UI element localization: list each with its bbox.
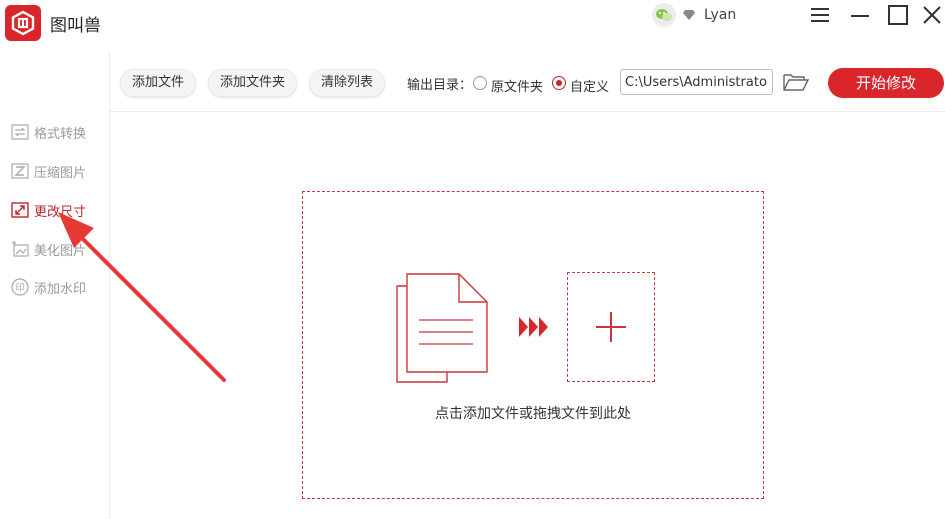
add-file-box[interactable] <box>567 272 655 382</box>
sidebar-item-watermark[interactable]: 印 添加水印 <box>10 276 86 298</box>
wechat-icon <box>656 9 672 21</box>
maximize-icon <box>888 5 908 25</box>
convert-icon <box>10 122 30 142</box>
sidebar-item-label: 美化图片 <box>34 243 87 259</box>
diamond-icon <box>683 10 695 20</box>
sidebar-item-label: 压缩图片 <box>34 165 87 181</box>
maximize-button[interactable] <box>884 2 912 28</box>
main-area: 点击添加文件或拖拽文件到此处 <box>110 112 945 519</box>
close-button[interactable] <box>918 2 945 28</box>
radio-custom-label[interactable]: 自定义 <box>570 76 609 95</box>
sidebar: 格式转换 压缩图片 更改尺寸 美化图片 印 添加水印 <box>0 52 110 519</box>
app-title: 图叫兽 <box>50 16 101 36</box>
menu-icon <box>811 8 829 22</box>
document-icon <box>396 273 488 383</box>
sidebar-item-compress[interactable]: 压缩图片 <box>10 160 86 182</box>
sidebar-item-resize[interactable]: 更改尺寸 <box>10 199 86 221</box>
output-path-input[interactable] <box>620 69 773 95</box>
app-logo <box>5 5 41 41</box>
sidebar-item-format-convert[interactable]: 格式转换 <box>10 121 86 143</box>
avatar[interactable] <box>652 3 676 27</box>
plus-icon <box>596 312 626 342</box>
arrows-right-icon <box>519 317 548 337</box>
drop-hint: 点击添加文件或拖拽文件到此处 <box>435 406 631 422</box>
add-folder-button[interactable]: 添加文件夹 <box>208 69 298 97</box>
browse-folder-button[interactable] <box>782 71 810 93</box>
radio-original-folder-label[interactable]: 原文件夹 <box>491 76 543 95</box>
output-dir-label: 输出目录： <box>407 78 473 93</box>
sidebar-item-label: 格式转换 <box>34 126 87 142</box>
username: Lyan <box>704 7 737 23</box>
folder-open-icon <box>783 74 810 91</box>
add-file-button[interactable]: 添加文件 <box>120 69 197 97</box>
radio-original-folder[interactable] <box>473 76 487 90</box>
title-bar: 图叫兽 Lyan <box>0 0 945 52</box>
compress-icon <box>10 161 30 181</box>
sidebar-item-label: 更改尺寸 <box>34 204 87 220</box>
drop-zone[interactable]: 点击添加文件或拖拽文件到此处 <box>302 191 764 499</box>
radio-custom[interactable] <box>552 76 566 90</box>
resize-icon <box>10 200 30 220</box>
minimize-icon <box>851 15 869 17</box>
beautify-icon <box>10 239 30 259</box>
logo-icon <box>11 10 35 36</box>
user-area[interactable]: Lyan <box>652 3 737 27</box>
clear-list-button[interactable]: 清除列表 <box>309 69 386 97</box>
sidebar-item-label: 添加水印 <box>34 281 87 297</box>
minimize-button[interactable] <box>846 2 874 28</box>
start-button[interactable]: 开始修改 <box>828 68 944 98</box>
toolbar: 添加文件 添加文件夹 清除列表 输出目录： 原文件夹 自定义 开始修改 <box>110 52 945 112</box>
svg-text:印: 印 <box>15 282 24 294</box>
watermark-icon: 印 <box>10 277 30 297</box>
sidebar-item-beautify[interactable]: 美化图片 <box>10 238 86 260</box>
menu-button[interactable] <box>806 2 834 28</box>
close-icon <box>923 6 941 24</box>
